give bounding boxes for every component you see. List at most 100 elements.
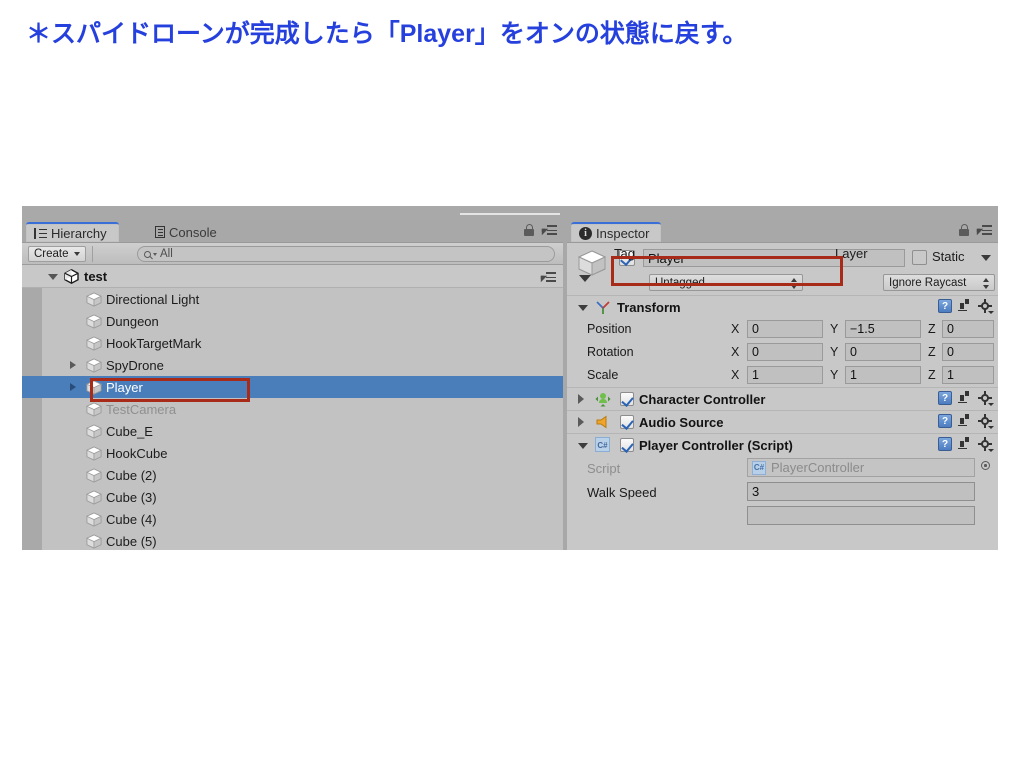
help-icon[interactable]: ?	[938, 437, 952, 451]
hierarchy-panel: Hierarchy Console Create All test Direct…	[22, 220, 563, 550]
component-header[interactable]: Audio Source?	[567, 411, 998, 433]
field-position-z[interactable]: 0	[942, 320, 994, 338]
hierarchy-item-dungeon[interactable]: Dungeon	[22, 310, 563, 332]
chevron-down-icon[interactable]	[579, 275, 591, 282]
chevron-down-icon[interactable]	[48, 273, 58, 280]
static-flags-chevron-icon[interactable]	[981, 255, 991, 261]
gameobject-cube-icon	[86, 380, 102, 395]
field-position-x[interactable]: 0	[747, 320, 823, 338]
lock-icon[interactable]	[959, 224, 969, 236]
gear-icon[interactable]	[978, 437, 994, 452]
expand-triangle-icon[interactable]	[578, 417, 584, 427]
tab-inspector[interactable]: i Inspector	[571, 222, 662, 242]
property-row: Script C# PlayerController	[567, 456, 998, 480]
gear-icon[interactable]	[978, 391, 994, 406]
component-enabled-checkbox[interactable]	[620, 438, 634, 452]
tab-console[interactable]: Console	[146, 222, 229, 242]
hierarchy-item-cube-3[interactable]: Cube (3)	[22, 486, 563, 508]
gear-icon[interactable]	[978, 299, 994, 314]
speaker-icon	[595, 414, 611, 430]
inspector-body: Player Static Tag Untagged Layer Ignore …	[567, 242, 998, 550]
gameobject-cube-icon	[86, 424, 102, 439]
hierarchy-item-cube-2[interactable]: Cube (2)	[22, 464, 563, 486]
preset-icon[interactable]	[958, 436, 972, 451]
gameobject-cube-icon	[86, 314, 102, 329]
scene-context-menu-icon[interactable]	[540, 272, 556, 283]
collapse-triangle-icon[interactable]	[578, 443, 588, 449]
console-document-icon	[155, 226, 165, 238]
hierarchy-list-icon	[34, 227, 47, 240]
field-scale-x[interactable]: 1	[747, 366, 823, 384]
spinner-arrows-icon	[983, 278, 990, 289]
lock-icon[interactable]	[524, 224, 534, 236]
collapse-triangle-icon[interactable]	[578, 305, 588, 311]
expand-triangle-icon[interactable]	[578, 394, 584, 404]
scene-name: test	[84, 269, 108, 284]
hierarchy-item-cube-4[interactable]: Cube (4)	[22, 508, 563, 530]
hierarchy-item-directional-light[interactable]: Directional Light	[22, 288, 563, 310]
field-position-y[interactable]: −1.5	[845, 320, 921, 338]
hamburger-menu-icon[interactable]	[976, 225, 992, 236]
tag-dropdown[interactable]: Untagged	[649, 274, 803, 291]
component-header[interactable]: Transform?	[567, 296, 998, 318]
csharp-script-icon: C#	[595, 437, 611, 453]
unity-editor-screenshot: Hierarchy Console Create All test Direct…	[22, 206, 998, 550]
field-walk-speed[interactable]: 3	[747, 482, 975, 501]
component-tools: ?	[938, 413, 994, 429]
field-script[interactable]: C# PlayerController	[747, 458, 975, 477]
component-tools: ?	[938, 390, 994, 406]
hierarchy-item-cube-5[interactable]: Cube (5)	[22, 530, 563, 550]
hierarchy-item-hooktargetmark[interactable]: HookTargetMark	[22, 332, 563, 354]
expand-triangle-icon[interactable]	[70, 383, 76, 391]
field-rotation-z[interactable]: 0	[942, 343, 994, 361]
component-tools: ?	[938, 298, 994, 314]
component-header[interactable]: C# Player Controller (Script)?	[567, 434, 998, 456]
gameobject-cube-icon	[86, 512, 102, 527]
gameobject-cube-icon	[86, 446, 102, 461]
preset-icon[interactable]	[958, 413, 972, 428]
field-rotation-y[interactable]: 0	[845, 343, 921, 361]
transform-row: Position X 0 Y −1.5 Z 0	[567, 318, 998, 341]
help-icon[interactable]: ?	[938, 414, 952, 428]
object-picker-icon[interactable]	[981, 461, 990, 470]
gameobject-cube-icon	[577, 249, 611, 282]
hierarchy-item-testcamera[interactable]: TestCamera	[22, 398, 563, 420]
help-icon[interactable]: ?	[938, 299, 952, 313]
layer-dropdown[interactable]: Ignore Raycast	[883, 274, 995, 291]
field-partial[interactable]	[747, 506, 975, 525]
scene-root-row[interactable]: test	[22, 266, 563, 288]
help-icon[interactable]: ?	[938, 391, 952, 405]
component-enabled-checkbox[interactable]	[620, 415, 634, 429]
hierarchy-item-spydrone[interactable]: SpyDrone	[22, 354, 563, 376]
component-header[interactable]: Character Controller?	[567, 388, 998, 410]
inspector-panel: i Inspector Player Static Tag Untagged L…	[567, 220, 998, 550]
field-scale-y[interactable]: 1	[845, 366, 921, 384]
gameobject-cube-icon	[86, 534, 102, 549]
tab-console-label: Console	[169, 224, 217, 240]
hierarchy-tree[interactable]: Directional Light Dungeon HookTargetMark Sp…	[22, 288, 563, 550]
page-title: ＊スパイドローンが完成したら「Player」をオンの状態に戻す。	[26, 20, 748, 48]
hierarchy-item-hookcube[interactable]: HookCube	[22, 442, 563, 464]
tag-value: Untagged	[655, 276, 705, 289]
hierarchy-item-cube-e[interactable]: Cube_E	[22, 420, 563, 442]
search-filter-chevron-icon[interactable]	[153, 252, 157, 256]
preset-icon[interactable]	[958, 298, 972, 313]
static-checkbox[interactable]	[912, 250, 927, 265]
search-placeholder: All	[160, 248, 173, 260]
component-enabled-checkbox[interactable]	[620, 392, 634, 406]
field-rotation-x[interactable]: 0	[747, 343, 823, 361]
hierarchy-item-player[interactable]: Player	[22, 376, 563, 398]
component-title: Player Controller (Script)	[639, 437, 793, 453]
hierarchy-item-label: Player	[106, 379, 143, 395]
inspector-object-header: Player Static Tag Untagged Layer Ignore …	[567, 243, 998, 295]
gear-icon[interactable]	[978, 414, 994, 429]
tab-hierarchy[interactable]: Hierarchy	[26, 222, 119, 242]
unity-scene-icon	[64, 269, 79, 284]
expand-triangle-icon[interactable]	[70, 361, 76, 369]
search-input[interactable]: All	[137, 246, 555, 262]
field-scale-z[interactable]: 1	[942, 366, 994, 384]
hamburger-menu-icon[interactable]	[541, 225, 557, 236]
preset-icon[interactable]	[958, 390, 972, 405]
gameobject-cube-icon	[86, 336, 102, 351]
create-button[interactable]: Create	[28, 245, 86, 262]
